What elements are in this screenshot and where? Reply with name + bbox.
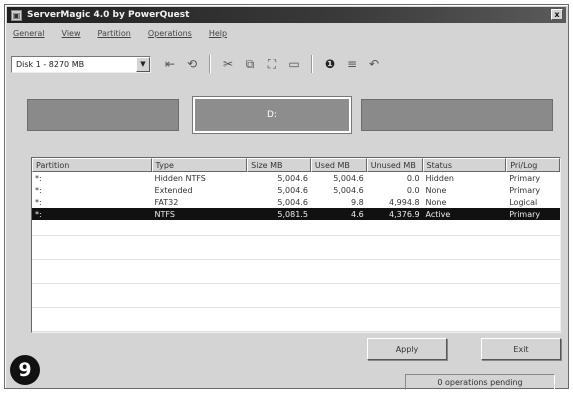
list-header: Partition Type Size MB Used MB Unused MB… xyxy=(32,158,560,172)
cell-prilog: Primary xyxy=(509,209,541,219)
column-header-type[interactable]: Type xyxy=(151,158,248,172)
toolbar-divider xyxy=(209,55,211,73)
cell-prilog: Logical xyxy=(509,197,538,207)
cell-type: Hidden NTFS xyxy=(154,173,206,183)
cell-type: Extended xyxy=(154,185,193,195)
partition-block-label: D: xyxy=(267,110,277,120)
column-header-size[interactable]: Size MB xyxy=(247,158,311,172)
column-header-used[interactable]: Used MB xyxy=(310,158,367,172)
step-number-badge: 9 xyxy=(10,355,40,385)
cell-partition: *: xyxy=(35,209,42,219)
cell-used: 4.6 xyxy=(351,209,364,219)
table-row[interactable]: *: Hidden NTFS 5,004.6 5,004.6 0.0 Hidde… xyxy=(32,172,560,184)
partition-block-selected[interactable]: D: xyxy=(192,96,352,134)
window-title: ServerMagic 4.0 by PowerQuest xyxy=(27,10,190,20)
menu-partition[interactable]: Partition xyxy=(98,29,131,38)
cell-partition: *: xyxy=(35,197,42,207)
cell-partition: *: xyxy=(35,173,42,183)
cell-prilog: Primary xyxy=(509,173,541,183)
close-button[interactable]: x xyxy=(551,9,563,20)
properties-icon[interactable]: ≡ xyxy=(341,55,363,73)
cell-used: 5,004.6 xyxy=(333,185,364,195)
partition-block[interactable] xyxy=(27,99,179,131)
cell-unused: 4,994.8 xyxy=(389,197,420,207)
cell-prilog: Primary xyxy=(509,185,541,195)
cell-size: 5,004.6 xyxy=(277,185,308,195)
column-header-status[interactable]: Status xyxy=(422,158,507,172)
copy-icon[interactable]: ⧉ xyxy=(239,55,261,73)
column-header-partition[interactable]: Partition xyxy=(32,158,152,172)
disk-select-value: Disk 1 - 8270 MB xyxy=(16,59,85,69)
cell-type: FAT32 xyxy=(154,197,179,207)
info-icon[interactable]: ❶ xyxy=(319,55,341,73)
cell-unused: 0.0 xyxy=(406,185,420,195)
cell-type: NTFS xyxy=(154,209,175,219)
table-row[interactable]: *: Extended 5,004.6 5,004.6 0.0 None Pri… xyxy=(32,184,560,196)
cut-icon[interactable]: ✂ xyxy=(217,55,239,73)
cell-unused: 0.0 xyxy=(406,173,420,183)
disk-map: D: xyxy=(27,96,555,134)
partition-list: Partition Type Size MB Used MB Unused MB… xyxy=(31,157,561,333)
move-icon[interactable]: ▭ xyxy=(283,55,305,73)
cell-size: 5,081.5 xyxy=(277,209,308,219)
app-window: ▣ ServerMagic 4.0 by PowerQuest x Genera… xyxy=(4,4,569,390)
cell-size: 5,004.6 xyxy=(277,197,308,207)
table-row[interactable]: *: FAT32 5,004.6 9.8 4,994.8 None Logica… xyxy=(32,196,560,208)
cell-size: 5,004.6 xyxy=(277,173,308,183)
toolbar-buttons: ⇤ ⟲ ✂ ⧉ ⛶ ▭ ❶ ≡ ↶ xyxy=(159,55,385,73)
cell-status: None xyxy=(425,185,447,195)
cell-partition: *: xyxy=(35,185,42,195)
menu-bar: General View Partition Operations Help xyxy=(13,26,227,40)
cell-unused: 4,376.9 xyxy=(389,209,420,219)
title-bar[interactable]: ▣ ServerMagic 4.0 by PowerQuest x xyxy=(7,7,566,23)
column-header-unused[interactable]: Unused MB xyxy=(366,158,423,172)
cell-status: None xyxy=(425,197,447,207)
chevron-down-icon[interactable]: ▼ xyxy=(136,56,150,72)
redo-icon[interactable]: ↶ xyxy=(363,55,385,73)
menu-view[interactable]: View xyxy=(62,29,81,38)
back-arrow-icon[interactable]: ⇤ xyxy=(159,55,181,73)
resize-icon[interactable]: ⛶ xyxy=(261,55,283,73)
undo-icon[interactable]: ⟲ xyxy=(181,55,203,73)
menu-operations[interactable]: Operations xyxy=(148,29,192,38)
partition-block[interactable] xyxy=(361,99,553,131)
app-icon: ▣ xyxy=(11,9,22,21)
menu-help[interactable]: Help xyxy=(209,29,227,38)
cell-used: 5,004.6 xyxy=(333,173,364,183)
list-empty-area xyxy=(32,220,560,332)
cell-status: Hidden xyxy=(425,173,454,183)
table-row-selected[interactable]: *: NTFS 5,081.5 4.6 4,376.9 Active Prima… xyxy=(32,208,560,220)
disk-select[interactable]: Disk 1 - 8270 MB ▼ xyxy=(11,55,151,73)
exit-button[interactable]: Exit xyxy=(481,338,561,360)
toolbar: Disk 1 - 8270 MB ▼ ⇤ ⟲ ✂ ⧉ ⛶ ▭ ❶ ≡ ↶ xyxy=(11,52,562,76)
pending-operations: 0 operations pending xyxy=(437,377,523,387)
status-bar: 0 operations pending xyxy=(405,374,555,390)
menu-general[interactable]: General xyxy=(13,29,45,38)
apply-button[interactable]: Apply xyxy=(367,338,447,360)
cell-used: 9.8 xyxy=(351,197,364,207)
close-icon: x xyxy=(554,10,560,19)
cell-status: Active xyxy=(425,209,451,219)
toolbar-divider xyxy=(311,55,313,73)
column-header-prilog[interactable]: Pri/Log xyxy=(506,158,560,172)
